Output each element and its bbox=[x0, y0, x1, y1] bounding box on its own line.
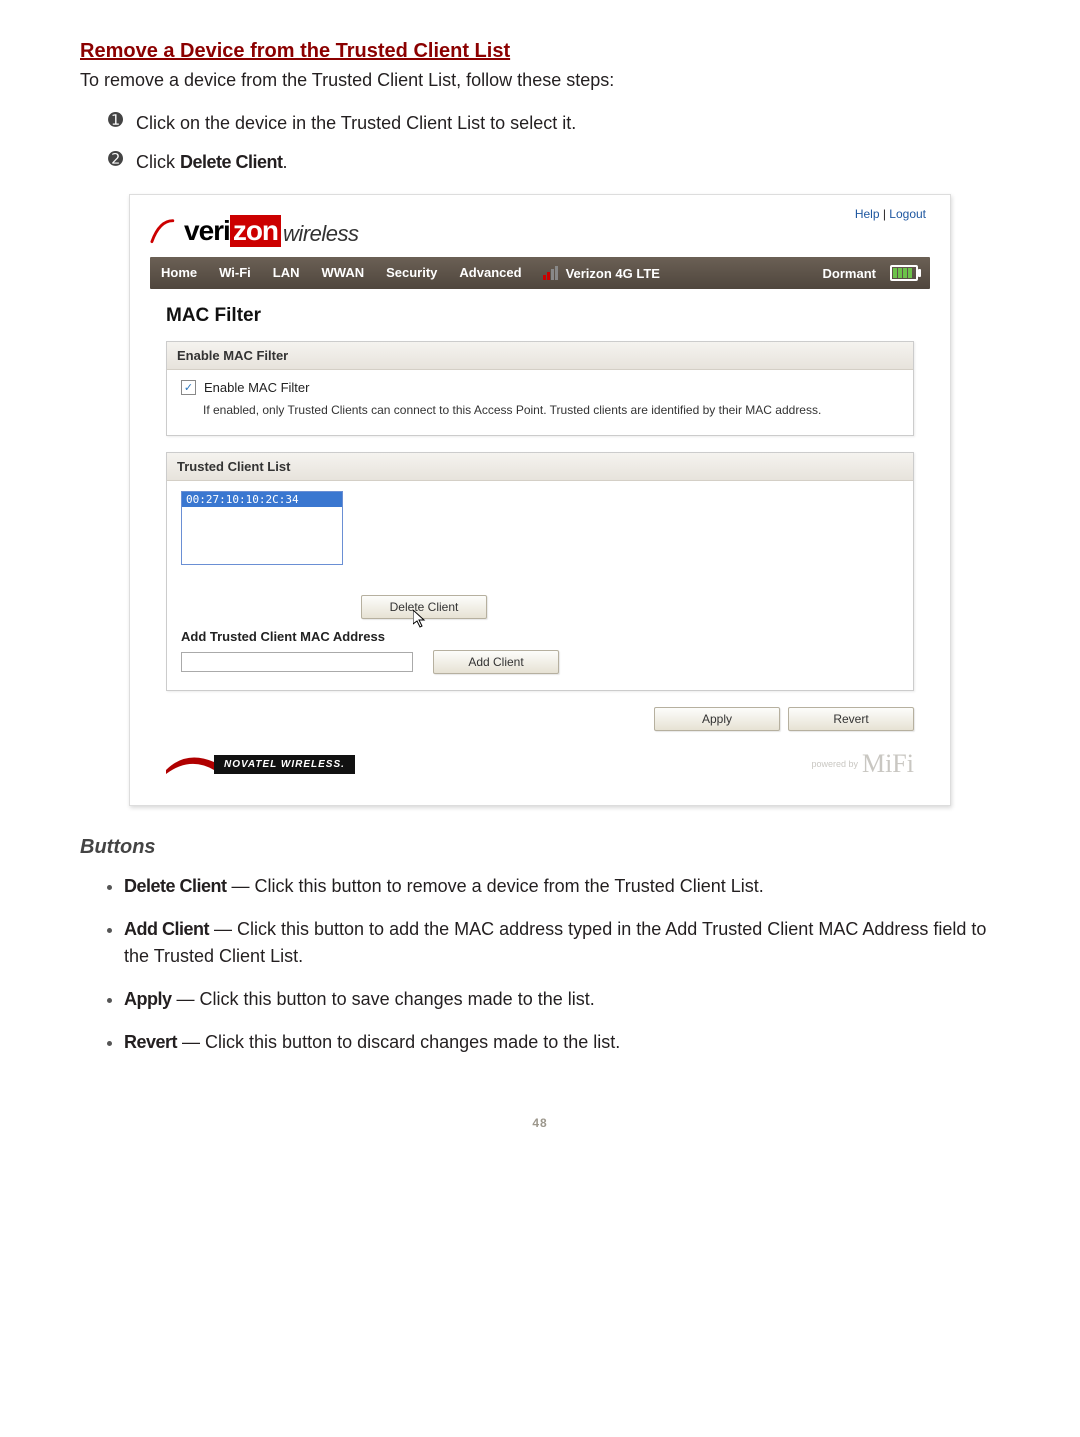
bullet-1-name: Delete Client bbox=[124, 876, 227, 896]
action-row: Apply Revert bbox=[166, 707, 914, 731]
trusted-client-panel: Trusted Client List 00:27:10:10:2C:34 De… bbox=[166, 452, 914, 691]
step-2-text: Click Delete Client. bbox=[136, 149, 288, 176]
logo-text-zon: zon bbox=[230, 215, 281, 247]
navbar: Home Wi-Fi LAN WWAN Security Advanced Ve… bbox=[150, 257, 930, 289]
cursor-icon bbox=[413, 610, 429, 630]
step-2-number: ➋ bbox=[108, 149, 136, 170]
novatel-swoosh-icon bbox=[166, 752, 214, 776]
logo-text-veri: veri bbox=[184, 215, 230, 247]
powered-by-text: powered by bbox=[811, 759, 858, 769]
mifi-text: MiFi bbox=[862, 749, 914, 779]
trusted-client-head: Trusted Client List bbox=[167, 453, 913, 481]
trusted-client-listbox[interactable]: 00:27:10:10:2C:34 bbox=[181, 491, 343, 565]
step-1-number: ➊ bbox=[108, 110, 136, 131]
bullet-2-name: Add Client bbox=[124, 919, 209, 939]
help-link[interactable]: Help bbox=[855, 207, 880, 221]
bullet-apply: Apply — Click this button to save change… bbox=[124, 986, 1000, 1013]
enable-mac-filter-head: Enable MAC Filter bbox=[167, 342, 913, 370]
enable-mac-filter-panel: Enable MAC Filter ✓ Enable MAC Filter If… bbox=[166, 341, 914, 436]
enable-mac-filter-label: Enable MAC Filter bbox=[204, 380, 309, 395]
nav-wifi[interactable]: Wi-Fi bbox=[208, 257, 262, 289]
enable-mac-filter-checkbox[interactable]: ✓ bbox=[181, 380, 196, 395]
footer: NOVATEL WIRELESS. powered by MiFi bbox=[166, 749, 914, 779]
step-2-prefix: Click bbox=[136, 152, 180, 172]
bullet-2-desc: — Click this button to add the MAC addre… bbox=[124, 919, 986, 966]
bullet-4-name: Revert bbox=[124, 1032, 177, 1052]
page-title: MAC Filter bbox=[166, 305, 914, 327]
top-links-sep: | bbox=[880, 207, 890, 221]
app-screenshot: Help | Logout verizonwireless Home Wi-Fi… bbox=[129, 194, 951, 806]
battery-icon bbox=[890, 265, 918, 281]
section-heading: Remove a Device from the Trusted Client … bbox=[80, 40, 1000, 63]
enable-mac-filter-desc: If enabled, only Trusted Clients can con… bbox=[203, 401, 899, 419]
nav-security[interactable]: Security bbox=[375, 257, 448, 289]
nav-home[interactable]: Home bbox=[150, 257, 208, 289]
add-trusted-client-label: Add Trusted Client MAC Address bbox=[181, 629, 899, 644]
delete-client-button-wrap: Delete Client bbox=[361, 595, 487, 619]
logout-link[interactable]: Logout bbox=[889, 207, 926, 221]
buttons-bullet-list: Delete Client — Click this button to rem… bbox=[124, 873, 1000, 1056]
step-1-text: Click on the device in the Trusted Clien… bbox=[136, 110, 576, 137]
novatel-logo: NOVATEL WIRELESS. bbox=[166, 752, 355, 776]
nav-wwan[interactable]: WWAN bbox=[311, 257, 376, 289]
mifi-logo: powered by MiFi bbox=[811, 749, 914, 779]
apply-button[interactable]: Apply bbox=[654, 707, 780, 731]
step-1: ➊ Click on the device in the Trusted Cli… bbox=[108, 110, 1000, 137]
buttons-heading: Buttons bbox=[80, 836, 1000, 859]
connection-state: Dormant bbox=[823, 266, 876, 281]
bullet-4-desc: — Click this button to discard changes m… bbox=[177, 1032, 620, 1052]
add-mac-input[interactable] bbox=[181, 652, 413, 672]
bullet-1-desc: — Click this button to remove a device f… bbox=[227, 876, 764, 896]
novatel-text: NOVATEL WIRELESS. bbox=[214, 755, 355, 774]
nav-advanced[interactable]: Advanced bbox=[448, 257, 532, 289]
add-client-button[interactable]: Add Client bbox=[433, 650, 559, 674]
logo: verizonwireless bbox=[150, 215, 930, 247]
bullet-add-client: Add Client — Click this button to add th… bbox=[124, 916, 1000, 970]
nav-lan[interactable]: LAN bbox=[262, 257, 311, 289]
bullet-delete-client: Delete Client — Click this button to rem… bbox=[124, 873, 1000, 900]
logo-text-wireless: wireless bbox=[283, 221, 358, 247]
logo-swoosh-icon bbox=[150, 215, 188, 247]
carrier-text: Verizon 4G LTE bbox=[566, 266, 660, 281]
step-2-suffix: . bbox=[283, 152, 288, 172]
step-2: ➋ Click Delete Client. bbox=[108, 149, 1000, 176]
step-list: ➊ Click on the device in the Trusted Cli… bbox=[108, 110, 1000, 176]
intro-text: To remove a device from the Trusted Clie… bbox=[80, 67, 1000, 94]
bullet-3-name: Apply bbox=[124, 989, 172, 1009]
trusted-client-item-selected[interactable]: 00:27:10:10:2C:34 bbox=[182, 492, 342, 507]
revert-button[interactable]: Revert bbox=[788, 707, 914, 731]
page-number: 48 bbox=[80, 1116, 1000, 1130]
bullet-revert: Revert — Click this button to discard ch… bbox=[124, 1029, 1000, 1056]
step-2-bold: Delete Client bbox=[180, 152, 283, 172]
bullet-3-desc: — Click this button to save changes made… bbox=[172, 989, 595, 1009]
signal-icon bbox=[543, 266, 558, 280]
